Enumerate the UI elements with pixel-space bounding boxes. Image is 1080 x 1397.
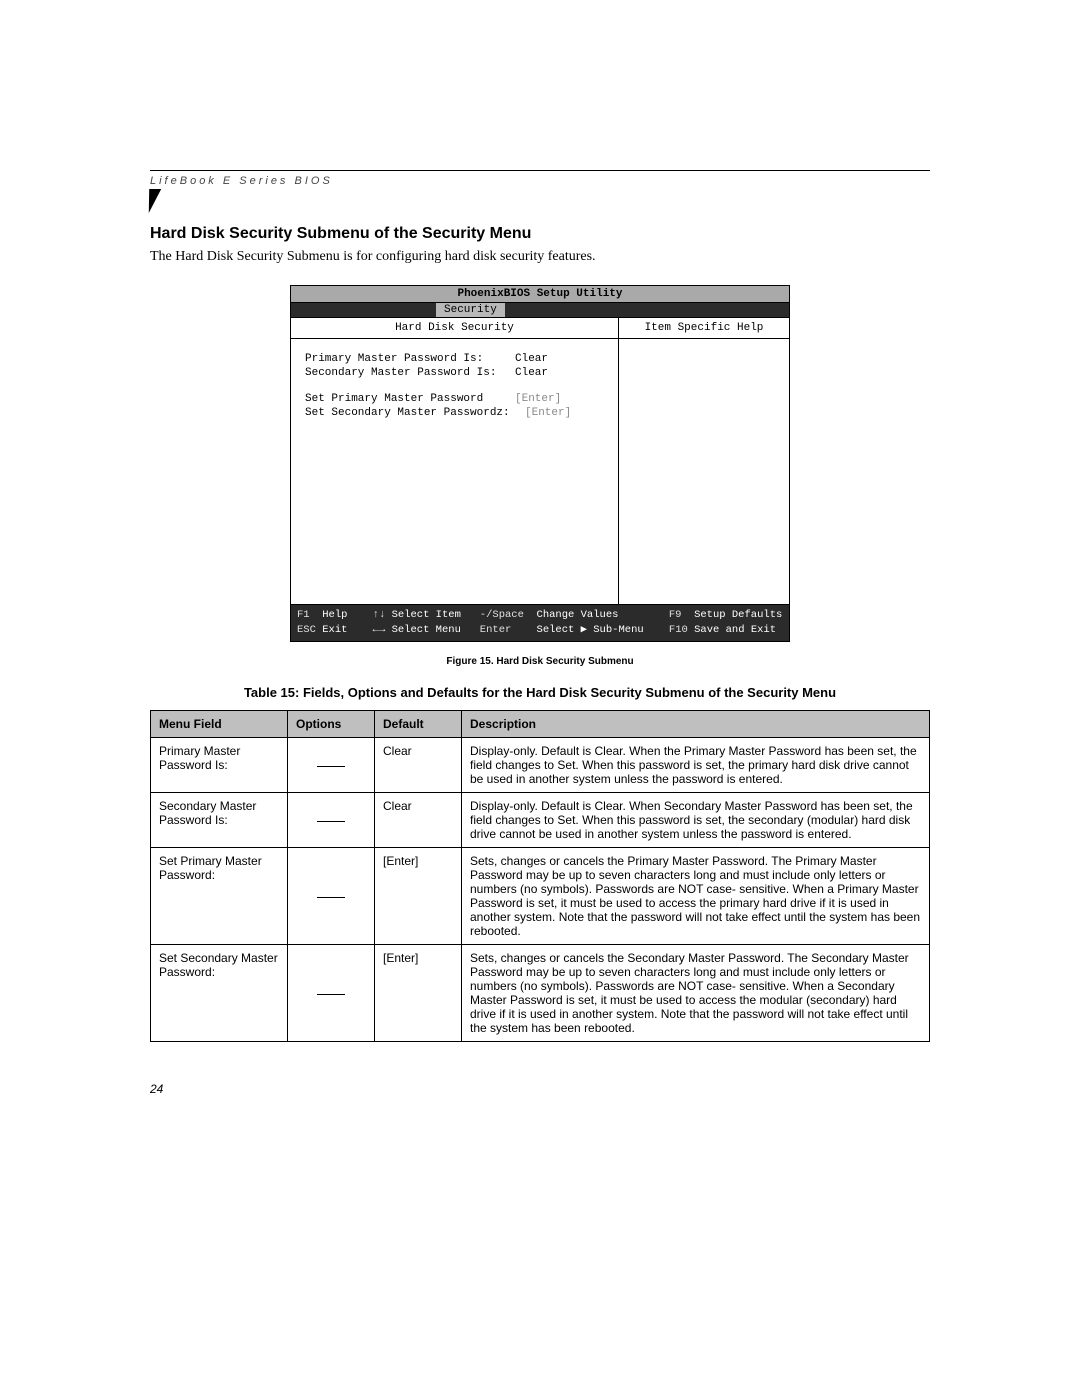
cell-options xyxy=(288,945,375,1042)
cell-desc: Sets, changes or cancels the Secondary M… xyxy=(462,945,930,1042)
cell-options xyxy=(288,738,375,793)
wedge-ornament xyxy=(143,189,161,213)
bios-row-label: Secondary Master Password Is: xyxy=(305,367,515,379)
th-options: Options xyxy=(288,711,375,738)
bios-tab-security[interactable]: Security xyxy=(436,303,505,317)
cell-options xyxy=(288,848,375,945)
dash-icon xyxy=(317,766,345,767)
bios-row-value: Clear xyxy=(515,353,548,365)
cell-field: Set Primary Master Password: xyxy=(151,848,288,945)
table-row: Primary Master Password Is: Clear Displa… xyxy=(151,738,930,793)
section-intro: The Hard Disk Security Submenu is for co… xyxy=(150,249,930,265)
bios-window: PhoenixBIOS Setup Utility Security Hard … xyxy=(290,285,790,642)
top-rule xyxy=(150,170,930,171)
bios-left-header: Hard Disk Security xyxy=(291,318,618,339)
th-default: Default xyxy=(375,711,462,738)
bios-row-value[interactable]: [Enter] xyxy=(515,393,561,405)
bios-row-label[interactable]: Set Primary Master Password xyxy=(305,393,515,405)
dash-icon xyxy=(317,994,345,995)
cell-desc: Sets, changes or cancels the Primary Mas… xyxy=(462,848,930,945)
table-row: Secondary Master Password Is: Clear Disp… xyxy=(151,793,930,848)
bios-row-label: Primary Master Password Is: xyxy=(305,353,515,365)
fields-table: Menu Field Options Default Description P… xyxy=(150,710,930,1042)
bios-row-value: Clear xyxy=(515,367,548,379)
cell-options xyxy=(288,793,375,848)
dash-icon xyxy=(317,821,345,822)
bios-menubar: Security xyxy=(291,303,789,318)
dash-icon xyxy=(317,897,345,898)
th-menu-field: Menu Field xyxy=(151,711,288,738)
bios-help-content xyxy=(619,339,789,604)
figure-caption: Figure 15. Hard Disk Security Submenu xyxy=(150,656,930,667)
table-row: Set Secondary Master Password: [Enter] S… xyxy=(151,945,930,1042)
bios-footer: F1 Help ↑↓ Select Item -/Space Change Va… xyxy=(291,604,789,641)
th-description: Description xyxy=(462,711,930,738)
table-caption: Table 15: Fields, Options and Defaults f… xyxy=(150,685,930,700)
page-number: 24 xyxy=(150,1082,930,1096)
table-row: Set Primary Master Password: [Enter] Set… xyxy=(151,848,930,945)
cell-desc: Display-only. Default is Clear. When the… xyxy=(462,738,930,793)
section-title: Hard Disk Security Submenu of the Securi… xyxy=(150,225,930,243)
bios-row-label[interactable]: Set Secondary Master Passwordz: xyxy=(305,407,525,419)
bios-right-header: Item Specific Help xyxy=(619,318,789,339)
bios-titlebar: PhoenixBIOS Setup Utility xyxy=(291,286,789,303)
cell-default: [Enter] xyxy=(375,848,462,945)
cell-default: Clear xyxy=(375,793,462,848)
cell-field: Primary Master Password Is: xyxy=(151,738,288,793)
running-header: LifeBook E Series BIOS xyxy=(150,175,930,187)
cell-default: Clear xyxy=(375,738,462,793)
cell-field: Secondary Master Password Is: xyxy=(151,793,288,848)
cell-default: [Enter] xyxy=(375,945,462,1042)
bios-left-content: Primary Master Password Is:Clear Seconda… xyxy=(291,339,618,604)
cell-desc: Display-only. Default is Clear. When Sec… xyxy=(462,793,930,848)
bios-row-value[interactable]: [Enter] xyxy=(525,407,571,419)
cell-field: Set Secondary Master Password: xyxy=(151,945,288,1042)
